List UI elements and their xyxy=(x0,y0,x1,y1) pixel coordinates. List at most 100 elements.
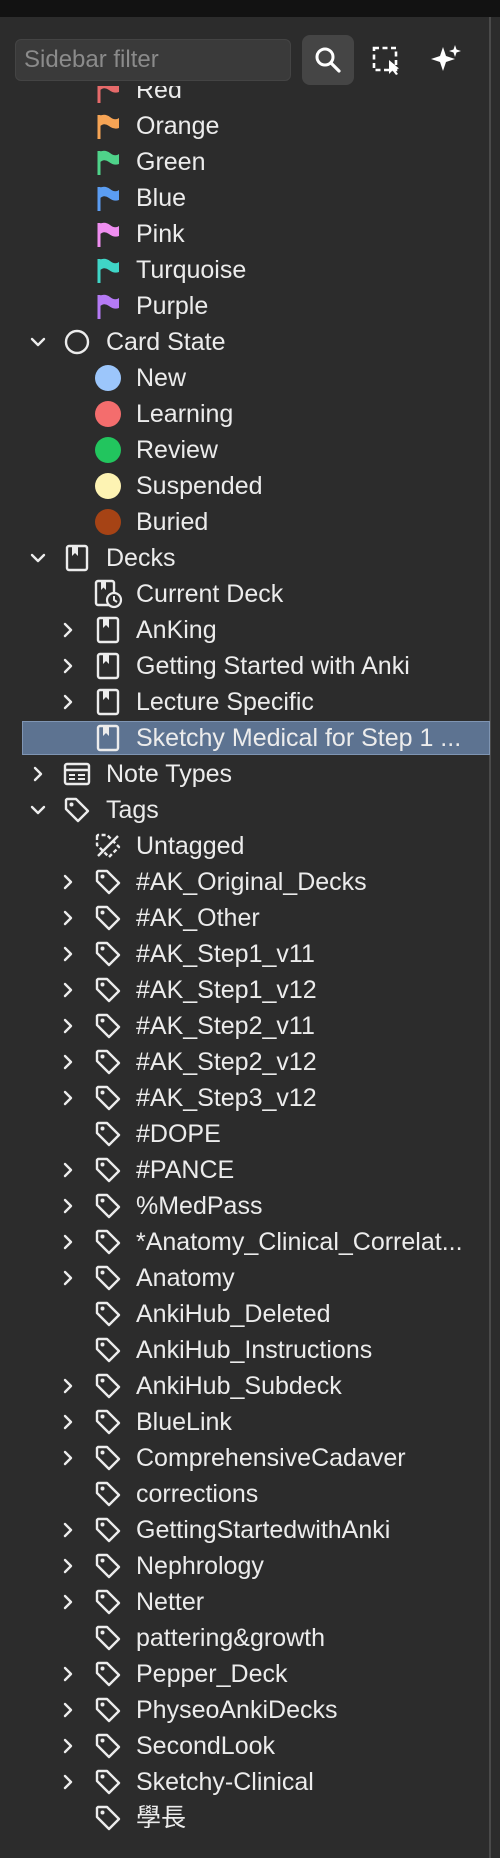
sidebar-filter-input[interactable] xyxy=(15,39,291,81)
tree-item-ak-other[interactable]: #AK_Other xyxy=(0,900,490,936)
deck-icon xyxy=(93,723,123,753)
tree-item-suspended[interactable]: Suspended xyxy=(0,468,490,504)
tree-item-ak-step1-v12[interactable]: #AK_Step1_v12 xyxy=(0,972,490,1008)
tag-icon xyxy=(93,1731,123,1761)
chevron-right-icon[interactable] xyxy=(26,762,50,786)
tree-item-label: Buried xyxy=(136,508,209,536)
tree-item-card-state[interactable]: Card State xyxy=(0,324,490,360)
tree-item-green[interactable]: Green xyxy=(0,144,490,180)
tree-item-anatomy[interactable]: Anatomy xyxy=(0,1260,490,1296)
tree-item-sketchy-clinical[interactable]: Sketchy-Clinical xyxy=(0,1764,490,1800)
tree-item-untagged[interactable]: Untagged xyxy=(0,828,490,864)
chevron-right-icon[interactable] xyxy=(56,1194,80,1218)
tree-item-item[interactable]: 學長 xyxy=(0,1800,490,1836)
chevron-right-icon[interactable] xyxy=(56,1410,80,1434)
deck-icon xyxy=(93,615,123,645)
chevron-right-icon[interactable] xyxy=(56,1698,80,1722)
state-dot-icon xyxy=(93,399,123,429)
chevron-right-icon[interactable] xyxy=(56,1266,80,1290)
tree-item-label: Pink xyxy=(136,220,185,248)
tree-item-physeoankidecks[interactable]: PhyseoAnkiDecks xyxy=(0,1692,490,1728)
chevron-down-icon[interactable] xyxy=(26,546,50,570)
tree-item-dope[interactable]: #DOPE xyxy=(0,1116,490,1152)
tree-item-ak-step2-v11[interactable]: #AK_Step2_v11 xyxy=(0,1008,490,1044)
chevron-right-icon[interactable] xyxy=(56,870,80,894)
tree-item-secondlook[interactable]: SecondLook xyxy=(0,1728,490,1764)
tree-item-netter[interactable]: Netter xyxy=(0,1584,490,1620)
chevron-right-icon[interactable] xyxy=(56,690,80,714)
tree-item-purple[interactable]: Purple xyxy=(0,288,490,324)
tree-item-note-types[interactable]: Note Types xyxy=(0,756,490,792)
chevron-down-icon[interactable] xyxy=(26,798,50,822)
tree-item-ankihub-instructions[interactable]: AnkiHub_Instructions xyxy=(0,1332,490,1368)
tree-item-buried[interactable]: Buried xyxy=(0,504,490,540)
tree-item-ankihub-deleted[interactable]: AnkiHub_Deleted xyxy=(0,1296,490,1332)
tree-item-label: New xyxy=(136,364,187,392)
tag-icon xyxy=(93,1515,123,1545)
chevron-right-icon[interactable] xyxy=(56,1734,80,1758)
tree-item-ak-step2-v12[interactable]: #AK_Step2_v12 xyxy=(0,1044,490,1080)
rect-select-button[interactable] xyxy=(360,35,412,85)
tree-item-ak-step3-v12[interactable]: #AK_Step3_v12 xyxy=(0,1080,490,1116)
tree-item-label: PhyseoAnkiDecks xyxy=(136,1696,338,1724)
search-button[interactable] xyxy=(302,35,354,85)
tree-item-label: Current Deck xyxy=(136,580,284,608)
chevron-right-icon[interactable] xyxy=(56,1050,80,1074)
tree-item-label: AnkiHub_Subdeck xyxy=(136,1372,342,1400)
tree-item-label: pattering&growth xyxy=(136,1624,326,1652)
tree-item-pink[interactable]: Pink xyxy=(0,216,490,252)
tree-item-ankihub-subdeck[interactable]: AnkiHub_Subdeck xyxy=(0,1368,490,1404)
chevron-right-icon[interactable] xyxy=(56,1374,80,1398)
tree-item-medpass[interactable]: %MedPass xyxy=(0,1188,490,1224)
chevron-right-icon[interactable] xyxy=(56,1158,80,1182)
chevron-down-icon[interactable] xyxy=(26,330,50,354)
tree-item-pance[interactable]: #PANCE xyxy=(0,1152,490,1188)
chevron-right-icon[interactable] xyxy=(56,1518,80,1542)
tree-item-bluelink[interactable]: BlueLink xyxy=(0,1404,490,1440)
tag-icon xyxy=(93,1443,123,1473)
chevron-right-icon[interactable] xyxy=(56,1086,80,1110)
tree-item-pattering-growth[interactable]: pattering&growth xyxy=(0,1620,490,1656)
tree-item-sketchy-medical-for-step-1[interactable]: Sketchy Medical for Step 1 ... xyxy=(0,720,490,756)
state-dot-icon xyxy=(93,435,123,465)
chevron-right-icon[interactable] xyxy=(56,618,80,642)
chevron-right-icon[interactable] xyxy=(56,1446,80,1470)
ai-button[interactable] xyxy=(420,35,472,85)
search-icon xyxy=(315,47,341,73)
tag-icon xyxy=(93,975,123,1005)
tree-item-decks[interactable]: Decks xyxy=(0,540,490,576)
tree-item-ak-step1-v11[interactable]: #AK_Step1_v11 xyxy=(0,936,490,972)
tree-item-learning[interactable]: Learning xyxy=(0,396,490,432)
tree-item-anatomy-clinical-correlat[interactable]: *Anatomy_Clinical_Correlat... xyxy=(0,1224,490,1260)
tree-item-gettingstartedwithanki[interactable]: GettingStartedwithAnki xyxy=(0,1512,490,1548)
tree-item-pepper-deck[interactable]: Pepper_Deck xyxy=(0,1656,490,1692)
chevron-right-icon[interactable] xyxy=(56,1770,80,1794)
tree-item-review[interactable]: Review xyxy=(0,432,490,468)
chevron-right-icon[interactable] xyxy=(56,1230,80,1254)
tree-item-comprehensivecadaver[interactable]: ComprehensiveCadaver xyxy=(0,1440,490,1476)
tree-item-blue[interactable]: Blue xyxy=(0,180,490,216)
tree-item-anking[interactable]: AnKing xyxy=(0,612,490,648)
chevron-right-icon[interactable] xyxy=(56,906,80,930)
tree-item-tags[interactable]: Tags xyxy=(0,792,490,828)
chevron-right-icon[interactable] xyxy=(56,1662,80,1686)
tree-item-label: SecondLook xyxy=(136,1732,276,1760)
chevron-right-icon[interactable] xyxy=(56,654,80,678)
chevron-right-icon[interactable] xyxy=(56,1554,80,1578)
tree-item-turquoise[interactable]: Turquoise xyxy=(0,252,490,288)
tree-item-nephrology[interactable]: Nephrology xyxy=(0,1548,490,1584)
tree-item-corrections[interactable]: corrections xyxy=(0,1476,490,1512)
tree-item-lecture-specific[interactable]: Lecture Specific xyxy=(0,684,490,720)
chevron-right-icon[interactable] xyxy=(56,1590,80,1614)
tree-item-label: AnkiHub_Deleted xyxy=(136,1300,331,1328)
chevron-right-icon[interactable] xyxy=(56,978,80,1002)
tree-item-red[interactable]: Red xyxy=(0,86,490,108)
tree-item-ak-original-decks[interactable]: #AK_Original_Decks xyxy=(0,864,490,900)
deck-icon xyxy=(93,687,123,717)
tree-item-orange[interactable]: Orange xyxy=(0,108,490,144)
tree-item-new[interactable]: New xyxy=(0,360,490,396)
chevron-right-icon[interactable] xyxy=(56,1014,80,1038)
tree-item-current-deck[interactable]: Current Deck xyxy=(0,576,490,612)
chevron-right-icon[interactable] xyxy=(56,942,80,966)
tree-item-getting-started-with-anki[interactable]: Getting Started with Anki xyxy=(0,648,490,684)
